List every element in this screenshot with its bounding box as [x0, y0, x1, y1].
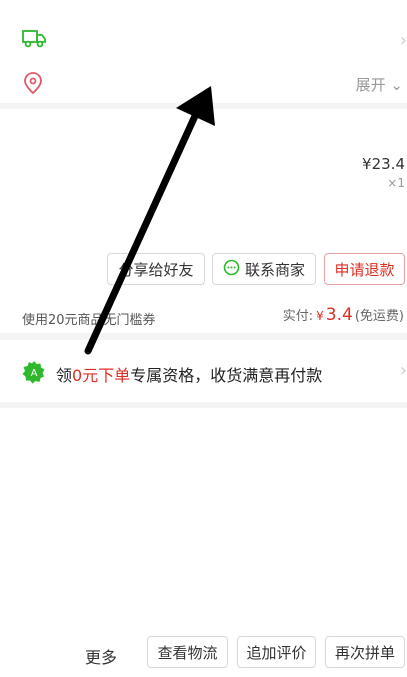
chevron-down-icon: ⌄	[390, 76, 403, 94]
currency-symbol: ¥	[316, 309, 324, 323]
shipping-note: (免运费)	[354, 309, 404, 324]
location-pin-icon	[22, 71, 44, 95]
item-quantity: ×1	[387, 176, 405, 190]
add-review-button[interactable]: 追加评价	[237, 636, 316, 668]
promo-highlight: 0元下单	[72, 366, 131, 385]
regroup-button-label: 再次拼单	[334, 643, 395, 662]
view-logistics-button[interactable]: 查看物流	[147, 636, 228, 668]
svg-text:A: A	[31, 368, 38, 379]
paid-value: 3.4	[325, 305, 353, 325]
coupon-used-text: 使用20元商品无门槛券	[22, 313, 156, 328]
refund-button[interactable]: 申请退款	[324, 253, 405, 285]
more-button[interactable]: 更多	[85, 644, 117, 668]
item-price: ¥23.4	[362, 155, 405, 173]
review-button-label: 追加评价	[246, 643, 307, 662]
logistics-button-label: 查看物流	[157, 643, 218, 662]
paid-label: 实付:	[282, 309, 314, 324]
chevron-right-icon: ›	[399, 360, 407, 381]
promo-text: 领0元下单专属资格，收货满意再付款	[56, 362, 322, 386]
share-button[interactable]: 分享给好友	[107, 253, 205, 285]
promo-prefix: 领	[56, 366, 73, 385]
truck-icon	[22, 27, 46, 49]
gift-badge-icon: A	[22, 360, 46, 388]
goods-card	[0, 109, 407, 333]
order-detail-page: › 展开 ⌄ ¥23.4 ×1 分享给好友 联系商家 申请退款 使用20元商品无…	[0, 0, 407, 677]
logistics-address-card: › 展开 ⌄	[0, 0, 407, 103]
refund-button-label: 申请退款	[334, 260, 395, 279]
expand-address-toggle[interactable]: 展开 ⌄	[356, 74, 403, 95]
expand-label: 展开	[355, 76, 386, 94]
contact-button-label: 联系商家	[244, 260, 305, 279]
contact-merchant-button[interactable]: 联系商家	[212, 253, 316, 285]
chat-bubble-icon	[223, 259, 240, 280]
regroup-order-button[interactable]: 再次拼单	[325, 636, 405, 668]
chevron-right-icon[interactable]: ›	[400, 30, 407, 51]
paid-amount: 实付: ¥ 3.4 (免运费)	[283, 305, 404, 325]
promo-suffix: 专属资格，收货满意再付款	[130, 366, 323, 385]
share-button-label: 分享给好友	[118, 260, 194, 279]
